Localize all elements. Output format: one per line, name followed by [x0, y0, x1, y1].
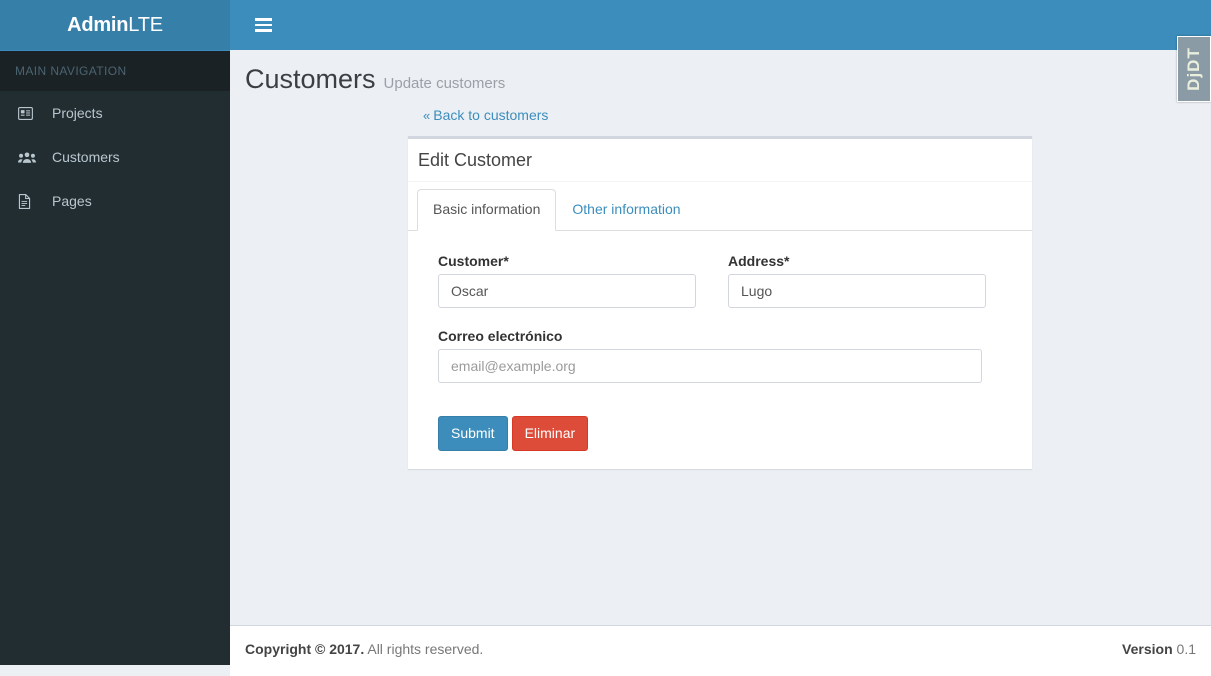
top-navbar [230, 0, 1211, 50]
back-to-customers-link[interactable]: «Back to customers [423, 107, 548, 123]
footer-copyright: Copyright © 2017. All rights reserved. [245, 641, 483, 657]
footer-version: Version 0.1 [1122, 641, 1196, 657]
sidebar-item-pages[interactable]: Pages [0, 179, 230, 223]
page-title: Customers [245, 64, 376, 94]
customer-label: Customer* [438, 252, 509, 269]
form-group-email: Correo electrónico [438, 328, 982, 383]
address-label: Address* [728, 252, 790, 269]
delete-button[interactable]: Eliminar [511, 415, 589, 452]
tab-content-basic-information: Customer* Address* Correo electrónico [408, 231, 1032, 470]
form-row-email: Correo electrónico [438, 328, 1002, 391]
page-title-heading: Customers Update customers [245, 64, 506, 95]
tab-other-information[interactable]: Other information [556, 189, 696, 231]
sidebar: MAIN NAVIGATION Projects Customers Pages [0, 50, 230, 665]
address-input[interactable] [728, 273, 986, 308]
footer-copyright-rest: All rights reserved. [364, 641, 484, 657]
django-debug-toolbar-handle[interactable]: DjDT [1177, 36, 1211, 102]
footer-copyright-strong: Copyright © 2017. [245, 641, 365, 657]
djdt-label: DjDT [1184, 47, 1203, 91]
logo-light-text: LTE [128, 13, 163, 36]
form-group-address: Address* [728, 253, 986, 308]
form-group-customer: Customer* [438, 253, 696, 308]
sidebar-section-header: MAIN NAVIGATION [0, 51, 230, 91]
double-chevron-left-icon: « [423, 107, 431, 123]
form-row-name-address: Customer* Address* [438, 253, 1002, 316]
sidebar-item-label: Customers [52, 149, 120, 165]
content-header: Customers Update customers «Back to custo… [230, 50, 1211, 123]
back-link-row: «Back to customers [245, 107, 1196, 123]
id-card-icon [18, 106, 42, 120]
submit-button[interactable]: Submit [438, 415, 508, 452]
users-group-icon [18, 151, 42, 164]
logo-strong-text: Admin [67, 13, 129, 36]
footer-version-label: Version [1122, 641, 1173, 657]
main-footer: Copyright © 2017. All rights reserved. V… [230, 625, 1211, 676]
footer-version-number: 0.1 [1176, 641, 1196, 657]
content-body: Edit Customer Basic information Other in… [230, 135, 1211, 470]
tab-bar: Basic information Other information [408, 182, 1032, 231]
page-subtitle: Update customers [383, 75, 506, 92]
sidebar-item-customers[interactable]: Customers [0, 135, 230, 179]
hamburger-icon [254, 15, 272, 35]
edit-customer-box: Edit Customer Basic information Other in… [408, 135, 1032, 470]
sidebar-item-label: Projects [52, 105, 103, 121]
app-logo[interactable]: Admin LTE [0, 0, 230, 50]
form-actions: Submit Eliminar [438, 415, 1002, 452]
sidebar-item-projects[interactable]: Projects [0, 91, 230, 135]
email-label: Correo electrónico [438, 327, 563, 344]
content-wrapper: Customers Update customers «Back to custo… [230, 50, 1211, 625]
back-link-label: Back to customers [433, 106, 549, 123]
email-input[interactable] [438, 348, 982, 383]
sidebar-toggle-button[interactable] [245, 0, 281, 50]
tab-basic-information[interactable]: Basic information [417, 188, 557, 231]
admin-lte-page: Admin LTE MAIN NAVIGATION Projects Custo… [0, 0, 1211, 676]
customer-input[interactable] [438, 273, 696, 308]
sidebar-item-label: Pages [52, 193, 92, 209]
box-header: Edit Customer [408, 139, 1032, 182]
file-text-icon [18, 193, 42, 209]
box-title: Edit Customer [418, 149, 533, 170]
main-header: Admin LTE [0, 0, 1211, 50]
